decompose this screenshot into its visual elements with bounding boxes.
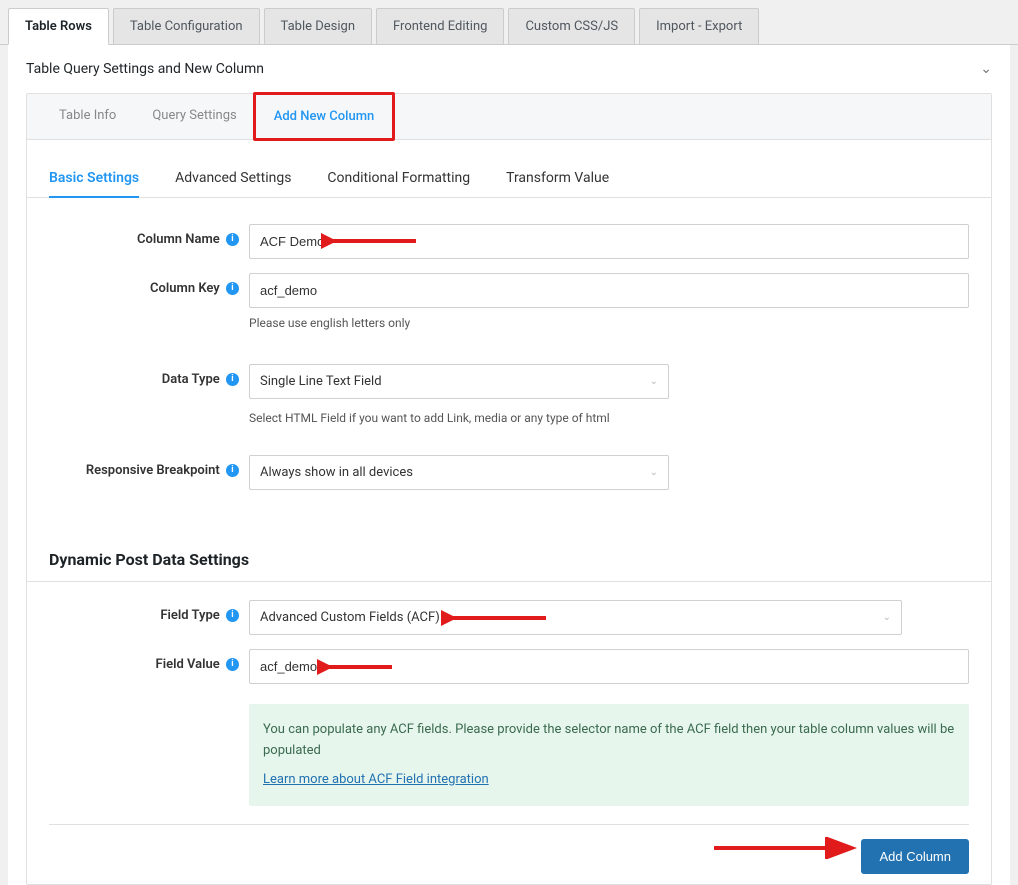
- tab-table-design[interactable]: Table Design: [264, 8, 372, 44]
- add-column-button[interactable]: Add Column: [861, 839, 969, 874]
- sub-tab-transform-value[interactable]: Transform Value: [506, 170, 609, 197]
- control-column-key: Please use english letters only: [249, 273, 969, 330]
- control-data-type: Single Line Text Field ⌄ Select HTML Fie…: [249, 364, 969, 425]
- select-value: Advanced Custom Fields (ACF): [260, 610, 440, 625]
- field-value-input[interactable]: [249, 649, 969, 684]
- info-icon[interactable]: i: [226, 233, 239, 246]
- inner-tab-add-new-column[interactable]: Add New Column: [253, 92, 396, 141]
- inner-panel: Table Info Query Settings Add New Column…: [26, 93, 992, 885]
- tab-table-configuration[interactable]: Table Configuration: [113, 8, 260, 44]
- label-data-type: Data Type i: [49, 364, 249, 387]
- label-responsive: Responsive Breakpoint i: [49, 455, 249, 478]
- data-type-select[interactable]: Single Line Text Field ⌄: [249, 364, 669, 399]
- sub-tab-conditional-formatting[interactable]: Conditional Formatting: [327, 170, 470, 197]
- inner-tab-table-info[interactable]: Table Info: [41, 94, 134, 139]
- info-icon[interactable]: i: [226, 609, 239, 622]
- tab-custom-css-js[interactable]: Custom CSS/JS: [508, 8, 635, 44]
- inner-tab-query-settings[interactable]: Query Settings: [134, 94, 254, 139]
- select-value: Single Line Text Field: [260, 374, 382, 389]
- info-icon[interactable]: i: [226, 464, 239, 477]
- chevron-down-icon: ⌄: [650, 376, 658, 387]
- info-icon[interactable]: i: [226, 658, 239, 671]
- label-text: Data Type: [162, 372, 220, 387]
- row-column-key: Column Key i Please use english letters …: [49, 273, 969, 330]
- chevron-down-icon: ⌄: [650, 467, 658, 478]
- label-text: Column Key: [150, 281, 220, 296]
- responsive-select[interactable]: Always show in all devices ⌄: [249, 455, 669, 490]
- info-icon[interactable]: i: [226, 282, 239, 295]
- row-field-value: Field Value i You can populate any ACF f…: [49, 649, 969, 806]
- help-column-key: Please use english letters only: [249, 316, 969, 330]
- row-responsive: Responsive Breakpoint i Always show in a…: [49, 455, 969, 490]
- label-text: Field Value: [156, 657, 220, 672]
- button-row: Add Column: [49, 824, 969, 874]
- panel-title: Table Query Settings and New Column: [26, 61, 264, 77]
- dynamic-form-area: Field Type i Advanced Custom Fields (ACF…: [27, 582, 991, 884]
- label-text: Field Type: [160, 608, 219, 623]
- acf-learn-more-link[interactable]: Learn more about ACF Field integration: [263, 770, 489, 791]
- row-column-name: Column Name i: [49, 224, 969, 259]
- tab-frontend-editing[interactable]: Frontend Editing: [376, 8, 504, 44]
- acf-notice: You can populate any ACF fields. Please …: [249, 704, 969, 806]
- chevron-down-icon: ⌄: [883, 612, 891, 623]
- sub-tab-basic-settings[interactable]: Basic Settings: [49, 170, 139, 198]
- row-field-type: Field Type i Advanced Custom Fields (ACF…: [49, 600, 969, 635]
- panel: Table Query Settings and New Column ⌄ Ta…: [8, 45, 1010, 885]
- column-key-input[interactable]: [249, 273, 969, 308]
- label-text: Responsive Breakpoint: [86, 463, 220, 478]
- notice-text: You can populate any ACF fields. Please …: [263, 720, 955, 762]
- main-container: Table Rows Table Configuration Table Des…: [0, 0, 1018, 885]
- control-field-value: You can populate any ACF fields. Please …: [249, 649, 969, 806]
- row-data-type: Data Type i Single Line Text Field ⌄ Sel…: [49, 364, 969, 425]
- inner-tabs: Table Info Query Settings Add New Column: [27, 94, 991, 140]
- form-area: Column Name i Column Key i: [27, 198, 991, 510]
- label-field-type: Field Type i: [49, 600, 249, 623]
- sub-tabs: Basic Settings Advanced Settings Conditi…: [27, 140, 991, 198]
- sub-tab-advanced-settings[interactable]: Advanced Settings: [175, 170, 291, 197]
- info-icon[interactable]: i: [226, 373, 239, 386]
- control-column-name: [249, 224, 969, 259]
- control-responsive: Always show in all devices ⌄: [249, 455, 969, 490]
- label-column-name: Column Name i: [49, 224, 249, 247]
- column-name-input[interactable]: [249, 224, 969, 259]
- panel-header[interactable]: Table Query Settings and New Column ⌄: [8, 45, 1010, 93]
- chevron-down-icon: ⌄: [980, 61, 992, 77]
- outer-tabs: Table Rows Table Configuration Table Des…: [0, 0, 1018, 45]
- tab-table-rows[interactable]: Table Rows: [8, 8, 109, 45]
- label-text: Column Name: [137, 232, 220, 247]
- field-type-select[interactable]: Advanced Custom Fields (ACF) ⌄: [249, 600, 902, 635]
- select-value: Always show in all devices: [260, 465, 413, 480]
- dynamic-settings-heading: Dynamic Post Data Settings: [27, 530, 991, 582]
- label-field-value: Field Value i: [49, 649, 249, 672]
- tab-import-export[interactable]: Import - Export: [639, 8, 759, 44]
- help-data-type: Select HTML Field if you want to add Lin…: [249, 411, 969, 425]
- label-column-key: Column Key i: [49, 273, 249, 296]
- control-field-type: Advanced Custom Fields (ACF) ⌄: [249, 600, 969, 635]
